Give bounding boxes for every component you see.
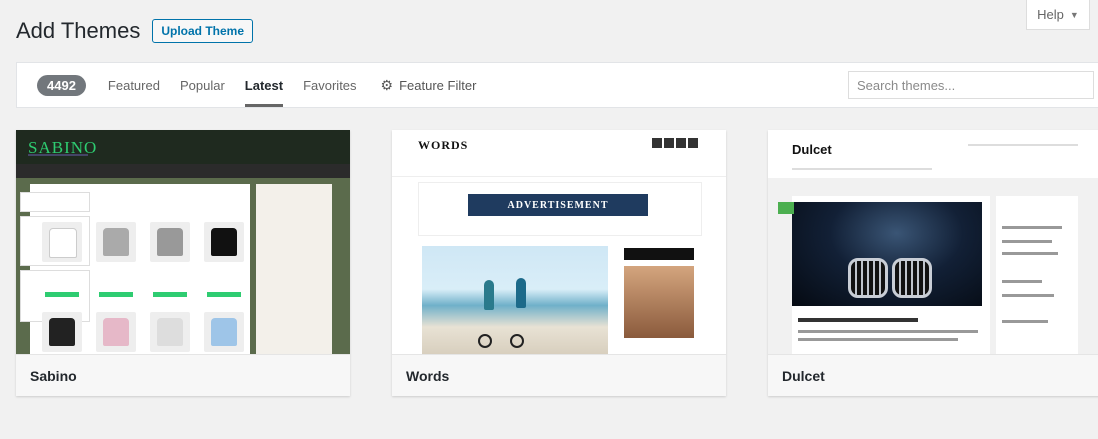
theme-name: Words <box>392 354 726 396</box>
page-header: Add Themes Upload Theme <box>16 18 254 44</box>
triangle-down-icon: ▼ <box>1069 9 1079 20</box>
theme-card-words[interactable]: WORDS ADVERTISEMENT Words <box>392 130 726 396</box>
theme-count-badge: 4492 <box>37 74 86 96</box>
feature-filter-button[interactable]: ⚙ Feature Filter <box>381 77 477 94</box>
search-themes-input[interactable] <box>848 71 1094 99</box>
help-label: Help <box>1037 7 1064 22</box>
theme-card-dulcet[interactable]: Dulcet Dulcet <box>768 130 1098 396</box>
theme-card-sabino[interactable]: SABINO Sabino <box>16 130 350 396</box>
gear-icon: ⚙ <box>380 76 394 93</box>
theme-preview-ad: ADVERTISEMENT <box>468 194 648 216</box>
theme-name: Dulcet <box>768 354 1098 396</box>
page-title: Add Themes <box>16 18 141 43</box>
feature-filter-label: Feature Filter <box>399 77 477 93</box>
filter-links: Featured Popular Latest Favorites <box>98 63 367 107</box>
filter-link-favorites[interactable]: Favorites <box>303 63 356 107</box>
theme-screenshot[interactable]: WORDS ADVERTISEMENT <box>392 130 726 354</box>
filter-link-latest[interactable]: Latest <box>244 63 284 107</box>
theme-name: Sabino <box>16 354 350 396</box>
theme-screenshot[interactable]: Dulcet <box>768 130 1098 354</box>
theme-preview-logo: Dulcet <box>792 142 832 157</box>
filter-link-featured[interactable]: Featured <box>108 63 160 107</box>
theme-screenshot[interactable]: SABINO <box>16 130 350 354</box>
filter-link-popular[interactable]: Popular <box>180 63 225 107</box>
help-tab[interactable]: Help ▼ <box>1026 0 1090 30</box>
upload-theme-button[interactable]: Upload Theme <box>152 19 254 43</box>
theme-filter-bar: 4492 Featured Popular Latest Favorites ⚙… <box>16 62 1098 108</box>
theme-preview-logo: WORDS <box>418 138 469 152</box>
